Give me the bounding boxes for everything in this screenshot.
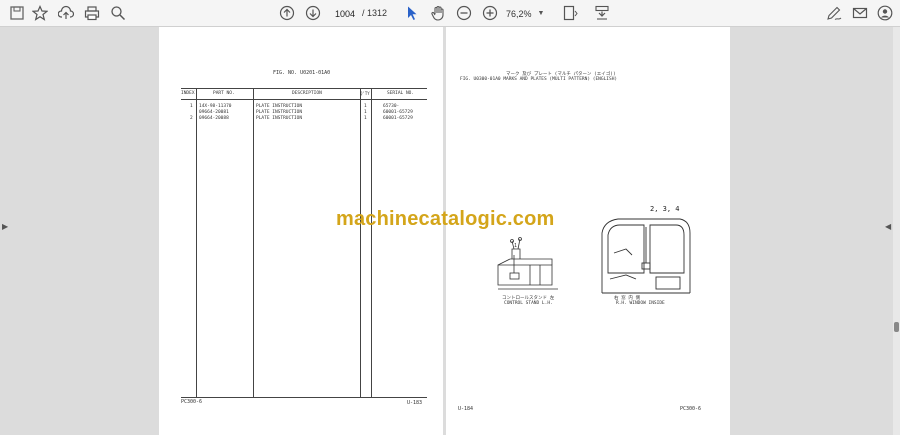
col-divider <box>371 88 372 397</box>
row-part-no: 09664-20088 <box>199 116 229 121</box>
print-icon[interactable] <box>83 4 101 22</box>
col-divider <box>196 88 197 397</box>
row-description: PLATE INSTRUCTION <box>256 104 303 109</box>
control-stand-illustration <box>497 237 558 290</box>
fit-page-icon[interactable] <box>561 4 579 22</box>
figure-title: FIG. U0300-01A0 MARKS AND PLATES (MULTI … <box>460 77 618 82</box>
hand-tool-icon[interactable] <box>429 4 447 22</box>
row-serial: 60001-65729 <box>383 110 413 115</box>
fig-number: FIG. NO. U0201-01A0 <box>273 70 331 76</box>
header-qty: Q'TY <box>360 91 370 96</box>
row-qty: 1 <box>364 110 367 115</box>
vertical-scrollbar[interactable] <box>893 27 900 435</box>
cab-window-illustration <box>601 218 691 294</box>
caption-window: R.H. WINDOW INSIDE <box>616 301 665 306</box>
email-icon[interactable] <box>851 4 869 22</box>
row-serial: 60001-65729 <box>383 116 413 121</box>
footer-model: PC300-6 <box>181 399 203 405</box>
star-icon[interactable] <box>31 4 49 22</box>
next-page-icon[interactable] <box>304 4 322 22</box>
caption-control-stand: CONTROL STAND L.H. <box>504 301 553 306</box>
sign-pen-icon[interactable] <box>825 4 843 22</box>
zoom-out-icon[interactable] <box>455 4 473 22</box>
row-index: 1 <box>190 104 193 109</box>
col-divider <box>360 88 361 397</box>
zoom-level-select[interactable]: 76,2% ▼ <box>506 5 550 22</box>
table-top-rule <box>181 88 427 89</box>
row-index: 2 <box>190 116 193 121</box>
pdf-page-left: FIG. NO. U0201-01A0 INDEX PART NO. DESCR… <box>159 27 443 435</box>
page-total-label: / 1312 <box>362 8 388 18</box>
account-icon[interactable] <box>876 4 894 22</box>
save-icon[interactable] <box>8 4 26 22</box>
header-serial-no: SERIAL NO. <box>387 91 415 96</box>
header-index: INDEX <box>181 91 195 96</box>
chevron-down-icon: ▼ <box>537 10 545 17</box>
zoom-level-value: 76,2% <box>506 8 532 19</box>
row-qty: 1 <box>364 104 367 109</box>
scrolling-mode-icon[interactable] <box>593 4 611 22</box>
callout-numbers: 2, 3, 4 <box>650 205 680 213</box>
pdf-toolbar: / 1312 76,2% ▼ <box>0 0 900 27</box>
callout-number: 1 <box>514 243 518 249</box>
search-zoom-icon[interactable] <box>109 4 127 22</box>
watermark: machinecatalogic.com <box>336 208 555 230</box>
row-qty: 1 <box>364 116 367 121</box>
upload-cloud-icon[interactable] <box>57 4 75 22</box>
select-cursor-icon[interactable] <box>403 4 421 22</box>
table-header-rule <box>181 99 427 100</box>
header-description: DESCRIPTION <box>292 91 322 96</box>
footer-model: PC300-6 <box>680 406 702 412</box>
left-pane-toggle-icon[interactable]: ▶ <box>2 222 8 231</box>
footer-page-number: U-184 <box>458 406 474 412</box>
table-bottom-rule <box>181 397 427 398</box>
right-pane-toggle-icon[interactable]: ◀ <box>885 222 891 231</box>
row-part-no: 09664-20081 <box>199 110 229 115</box>
row-description: PLATE INSTRUCTION <box>256 110 303 115</box>
page-number-input[interactable] <box>330 5 360 22</box>
header-part-no: PART NO. <box>213 91 235 96</box>
pdf-page-right: マーク 及び プレート (マルチ パターン (エイゴ)) FIG. U0300-… <box>446 27 730 435</box>
previous-page-icon[interactable] <box>278 4 296 22</box>
footer-page-number: U-183 <box>407 400 423 406</box>
row-part-no: 14X-98-11370 <box>199 104 232 109</box>
scrollbar-thumb[interactable] <box>894 322 899 332</box>
document-viewer[interactable]: ▶ ◀ FIG. NO. U0201-01A0 INDEX PART NO. D… <box>0 27 900 435</box>
col-divider <box>253 88 254 397</box>
row-serial: 65730- <box>383 104 400 109</box>
zoom-in-icon[interactable] <box>481 4 499 22</box>
row-description: PLATE INSTRUCTION <box>256 116 303 121</box>
